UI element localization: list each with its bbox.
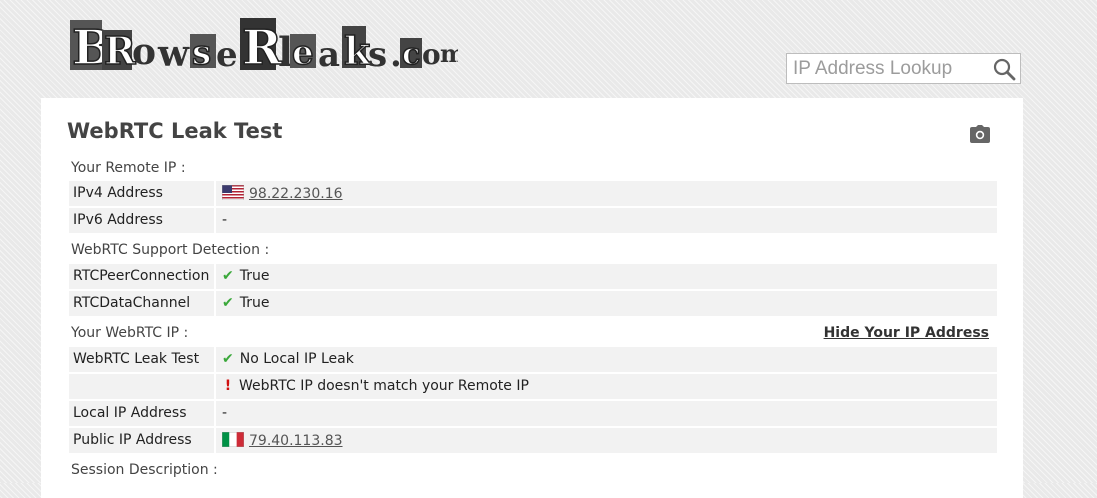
svg-text:m: m bbox=[440, 39, 458, 68]
ipv6-label: IPv6 Address bbox=[73, 212, 163, 228]
row-webrtc-leak-test: WebRTC Leak Test ✔ No Local IP Leak bbox=[69, 347, 997, 372]
section-support-detection: WebRTC Support Detection : bbox=[71, 242, 270, 258]
rtcdatachannel-value: ✔ True bbox=[222, 295, 269, 311]
row-divider bbox=[214, 208, 216, 233]
check-icon: ✔ bbox=[222, 295, 234, 311]
svg-text:c: c bbox=[402, 37, 420, 72]
row-ipv6: IPv6 Address - bbox=[69, 208, 997, 233]
rtcdatachannel-text: True bbox=[239, 295, 270, 311]
row-divider bbox=[214, 401, 216, 426]
ipv4-value: 98.22.230.16 bbox=[222, 185, 343, 202]
row-public-ip: Public IP Address 79.40.113.83 bbox=[69, 428, 997, 453]
svg-text:R: R bbox=[242, 20, 283, 76]
svg-text:o: o bbox=[132, 31, 156, 73]
webrtc-ip-mismatch-text: WebRTC IP doesn't match your Remote IP bbox=[239, 378, 529, 394]
search-icon[interactable] bbox=[992, 57, 1016, 81]
main-panel: WebRTC Leak Test Your Remote IP : IPv4 A… bbox=[41, 98, 1023, 498]
browserleaks-logo[interactable]: B R o w s e R l e a k s . c o m bbox=[68, 12, 458, 82]
svg-text:k: k bbox=[344, 28, 371, 73]
webrtc-leak-test-label: WebRTC Leak Test bbox=[73, 351, 200, 367]
row-divider bbox=[214, 181, 216, 206]
hide-ip-address-link[interactable]: Hide Your IP Address bbox=[824, 325, 989, 341]
rtcpeerconnection-value: ✔ True bbox=[222, 268, 269, 284]
svg-text:e: e bbox=[292, 33, 314, 73]
webrtc-ip-mismatch-value: ! WebRTC IP doesn't match your Remote IP bbox=[222, 378, 529, 394]
rtcdatachannel-label: RTCDataChannel bbox=[73, 295, 191, 311]
row-divider bbox=[214, 428, 216, 453]
local-ip-value: - bbox=[222, 405, 228, 421]
row-ipv4: IPv4 Address 98.22.230.16 bbox=[69, 181, 997, 206]
svg-text:a: a bbox=[318, 35, 340, 75]
local-ip-label: Local IP Address bbox=[73, 405, 187, 421]
ipv4-link[interactable]: 98.22.230.16 bbox=[249, 186, 343, 202]
ipv6-value: - bbox=[222, 212, 228, 228]
public-ip-value: 79.40.113.83 bbox=[222, 432, 343, 449]
section-session-description: Session Description : bbox=[71, 462, 218, 478]
italy-flag-icon bbox=[222, 432, 244, 447]
exclamation-icon: ! bbox=[224, 378, 232, 394]
row-rtcpeerconnection: RTCPeerConnection ✔ True bbox=[69, 264, 997, 289]
svg-text:s: s bbox=[192, 33, 211, 73]
page-title: WebRTC Leak Test bbox=[67, 119, 283, 143]
svg-text:e: e bbox=[216, 35, 238, 75]
svg-text:s: s bbox=[368, 35, 387, 75]
check-icon: ✔ bbox=[222, 268, 234, 284]
ip-lookup-search[interactable] bbox=[786, 53, 1021, 84]
us-flag-icon bbox=[222, 185, 244, 200]
rtcpeerconnection-text: True bbox=[239, 268, 270, 284]
row-webrtc-leak-test-warning: ! WebRTC IP doesn't match your Remote IP bbox=[69, 374, 997, 399]
ip-lookup-input[interactable] bbox=[787, 54, 993, 83]
svg-text:w: w bbox=[157, 33, 190, 75]
row-divider bbox=[214, 291, 216, 316]
no-local-ip-leak-text: No Local IP Leak bbox=[239, 351, 354, 367]
rtcpeerconnection-label: RTCPeerConnection bbox=[73, 268, 210, 284]
row-divider bbox=[214, 347, 216, 372]
row-divider bbox=[214, 374, 216, 399]
public-ip-link[interactable]: 79.40.113.83 bbox=[249, 433, 343, 449]
svg-text:o: o bbox=[422, 38, 441, 71]
section-webrtc-ip: Your WebRTC IP : bbox=[71, 325, 189, 341]
row-rtcdatachannel: RTCDataChannel ✔ True bbox=[69, 291, 997, 316]
row-local-ip: Local IP Address - bbox=[69, 401, 997, 426]
section-remote-ip: Your Remote IP : bbox=[71, 160, 186, 176]
public-ip-label: Public IP Address bbox=[73, 432, 192, 448]
webrtc-leak-test-value: ✔ No Local IP Leak bbox=[222, 351, 354, 367]
row-divider bbox=[214, 264, 216, 289]
ipv4-label: IPv4 Address bbox=[73, 185, 163, 201]
check-icon: ✔ bbox=[222, 351, 234, 367]
camera-icon[interactable] bbox=[970, 125, 990, 143]
